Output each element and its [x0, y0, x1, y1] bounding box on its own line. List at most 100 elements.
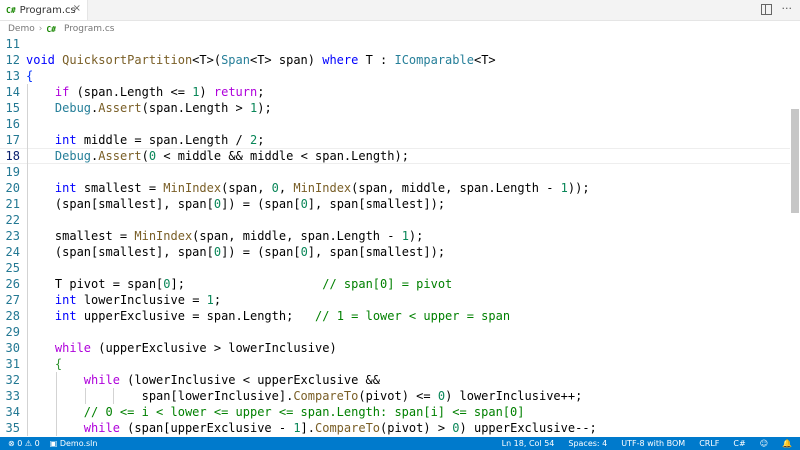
code-token: T : [358, 53, 395, 67]
code-text: // 0 <= i < lower <= upper <= span.Lengt… [26, 404, 525, 420]
language-mode[interactable]: C# [733, 439, 745, 448]
cursor-position[interactable]: Ln 18, Col 54 [502, 439, 555, 448]
code-line[interactable]: 30 while (upperExclusive > lowerInclusiv… [0, 340, 790, 356]
code-line[interactable]: 26 T pivot = span[0]; // span[0] = pivot [0, 276, 790, 292]
code-token: IComparable [394, 53, 474, 67]
breadcrumb-item-demo[interactable]: Demo [8, 24, 35, 34]
line-number: 32 [5, 373, 20, 387]
code-token: 1 [560, 181, 568, 195]
code-line[interactable]: 23 smallest = MinIndex(span, middle, spa… [0, 228, 790, 244]
notifications-icon[interactable]: 🔔 [782, 439, 792, 448]
code-text: span[lowerInclusive].CompareTo(pivot) <=… [26, 388, 583, 404]
code-line[interactable]: 29 [0, 324, 790, 340]
line-number: 19 [5, 165, 20, 179]
breadcrumb-item-program-cs[interactable]: Program.cs [64, 24, 114, 34]
editor-actions: ··· [760, 2, 793, 15]
breadcrumb: Demo › C# Program.cs [8, 22, 114, 36]
code-token: ); [257, 101, 272, 115]
line-number: 18 [5, 149, 20, 163]
code-token: where [322, 53, 359, 67]
code-token: // 0 <= i < lower <= upper <= span.Lengt… [83, 405, 525, 419]
code-line[interactable]: 12 void QuicksortPartition<T>(Span<T> spa… [0, 52, 790, 68]
code-line[interactable]: 24 (span[smallest], span[0]) = (span[0],… [0, 244, 790, 260]
code-token: // span[0] = pivot [322, 277, 453, 291]
code-line[interactable]: 28 int upperExclusive = span.Length; // … [0, 308, 790, 324]
code-line[interactable]: 14 if (span.Length <= 1) return; [0, 84, 790, 100]
code-token: upperExclusive = span.Length; [76, 309, 316, 323]
code-line[interactable]: 17 int middle = span.Length / 2; [0, 132, 790, 148]
indent-guide [85, 388, 86, 404]
code-token: ) [199, 85, 214, 99]
code-line[interactable]: 27 int lowerInclusive = 1; [0, 292, 790, 308]
code-token: ]) = (span[ [221, 197, 301, 211]
line-number: 25 [5, 261, 20, 275]
code-text: smallest = MinIndex(span, middle, span.L… [26, 228, 423, 244]
code-line[interactable]: 18 Debug.Assert(0 < middle && middle < s… [0, 148, 790, 164]
solution-indicator[interactable]: ▣ Demo.sln [50, 439, 98, 448]
end-of-line[interactable]: CRLF [699, 439, 719, 448]
code-token: int [54, 293, 77, 307]
code-line[interactable]: 15 Debug.Assert(span.Length > 1); [0, 100, 790, 116]
code-line[interactable]: 22 [0, 212, 790, 228]
line-number: 22 [5, 213, 20, 227]
close-icon[interactable]: × [73, 3, 81, 14]
split-editor-icon[interactable] [760, 4, 772, 15]
code-token: 0 [300, 245, 308, 259]
code-line[interactable]: 34 // 0 <= i < lower <= upper <= span.Le… [0, 404, 790, 420]
line-number: 12 [5, 53, 20, 67]
code-token: (span, [221, 181, 272, 195]
code-text: (span[smallest], span[0]) = (span[0], sp… [26, 196, 445, 212]
line-number: 17 [5, 133, 20, 147]
line-number: 33 [5, 389, 20, 403]
code-token: 0 [300, 197, 308, 211]
code-token: if [54, 85, 70, 99]
code-token: Debug [54, 149, 92, 163]
code-text: int smallest = MinIndex(span, 0, MinInde… [26, 180, 590, 196]
code-token: Assert [98, 101, 142, 115]
line-number: 16 [5, 117, 20, 131]
code-token: MinIndex [293, 181, 352, 195]
code-text: Debug.Assert(0 < middle && middle < span… [26, 148, 409, 164]
code-line[interactable]: 35 while (span[upperExclusive - 1].Compa… [0, 420, 790, 436]
code-line[interactable]: 33 span[lowerInclusive].CompareTo(pivot)… [0, 388, 790, 404]
code-line[interactable]: 25 [0, 260, 790, 276]
code-line[interactable]: 32 while (lowerInclusive < upperExclusiv… [0, 372, 790, 388]
tab-program-cs[interactable]: C# Program.cs × [0, 0, 88, 20]
code-text: { [26, 68, 33, 84]
code-token: { [26, 69, 34, 83]
code-line[interactable]: 21 (span[smallest], span[0]) = (span[0],… [0, 196, 790, 212]
code-line[interactable]: 31 { [0, 356, 790, 372]
code-token: ], span[smallest]); [307, 197, 446, 211]
indentation[interactable]: Spaces: 4 [568, 439, 607, 448]
encoding[interactable]: UTF-8 with BOM [621, 439, 685, 448]
warning-icon: ⚠ [24, 439, 33, 448]
code-token: <T>( [192, 53, 222, 67]
code-text: int upperExclusive = span.Length; // 1 =… [26, 308, 510, 324]
code-token: ], span[smallest]); [307, 245, 446, 259]
code-token: 0 [213, 245, 222, 259]
problems-indicator[interactable]: ⊗ 0 ⚠ 0 [8, 439, 40, 448]
code-token: middle = span.Length / [76, 133, 250, 147]
code-token: ]. [300, 421, 315, 435]
code-editor[interactable]: 11 12 void QuicksortPartition<T>(Span<T> s… [0, 35, 800, 437]
code-line[interactable]: 11 [0, 36, 790, 52]
code-line[interactable]: 16 [0, 116, 790, 132]
more-actions-icon[interactable]: ··· [782, 2, 793, 15]
code-line[interactable]: 20 int smallest = MinIndex(span, 0, MinI… [0, 180, 790, 196]
code-token: <T> [473, 53, 496, 67]
code-line[interactable]: 19 [0, 164, 790, 180]
warning-count: 0 [34, 439, 40, 448]
code-line[interactable]: 13 { [0, 68, 790, 84]
code-token: MinIndex [134, 229, 193, 243]
vertical-scrollbar[interactable] [790, 35, 800, 437]
feedback-icon[interactable]: ☺ [760, 439, 768, 448]
error-icon: ⊗ [8, 439, 15, 448]
code-token: (span.Length <= [69, 85, 193, 99]
tab-bar: C# Program.cs × ··· [0, 0, 800, 21]
code-token: , [278, 181, 294, 195]
scrollbar-thumb[interactable] [791, 109, 799, 213]
